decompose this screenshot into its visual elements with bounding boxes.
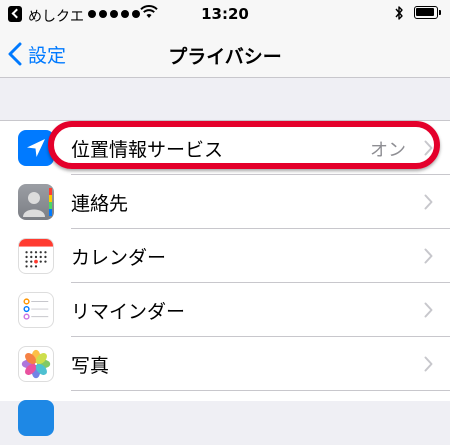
row-location-services[interactable]: 位置情報サービス オン	[0, 121, 450, 175]
chevron-right-icon	[424, 140, 433, 156]
row-label: 写真	[71, 355, 110, 377]
navigation-bar: 設定 プライバシー	[0, 30, 450, 78]
row-photos[interactable]: 写真	[0, 337, 450, 391]
clock: 13:20	[201, 5, 249, 23]
reminders-icon	[18, 292, 54, 328]
bluetooth-icon	[395, 6, 403, 20]
calendar-icon	[18, 238, 54, 274]
chevron-right-icon	[424, 302, 433, 318]
location-arrow-icon	[18, 130, 54, 166]
row-label: 連絡先	[71, 193, 129, 215]
contacts-icon	[18, 184, 54, 220]
row-contacts[interactable]: 連絡先	[0, 175, 450, 229]
battery-icon	[414, 6, 441, 19]
row-value: オン	[370, 140, 406, 161]
privacy-settings-list: 位置情報サービス オン 連絡先 カレンダー リマインダー 写真	[0, 120, 450, 436]
chevron-right-icon	[424, 194, 433, 210]
photos-icon	[18, 346, 54, 382]
row-partial-next[interactable]	[0, 391, 450, 445]
row-calendar[interactable]: カレンダー	[0, 229, 450, 283]
row-label: リマインダー	[71, 301, 186, 323]
chevron-right-icon	[424, 356, 433, 372]
row-label: 位置情報サービス	[71, 139, 224, 161]
row-reminders[interactable]: リマインダー	[0, 283, 450, 337]
status-bar: めしクエ 13:20	[0, 0, 450, 30]
page-title: プライバシー	[168, 46, 282, 68]
app-icon	[18, 400, 54, 436]
chevron-right-icon	[424, 248, 433, 264]
row-label: カレンダー	[71, 247, 167, 269]
